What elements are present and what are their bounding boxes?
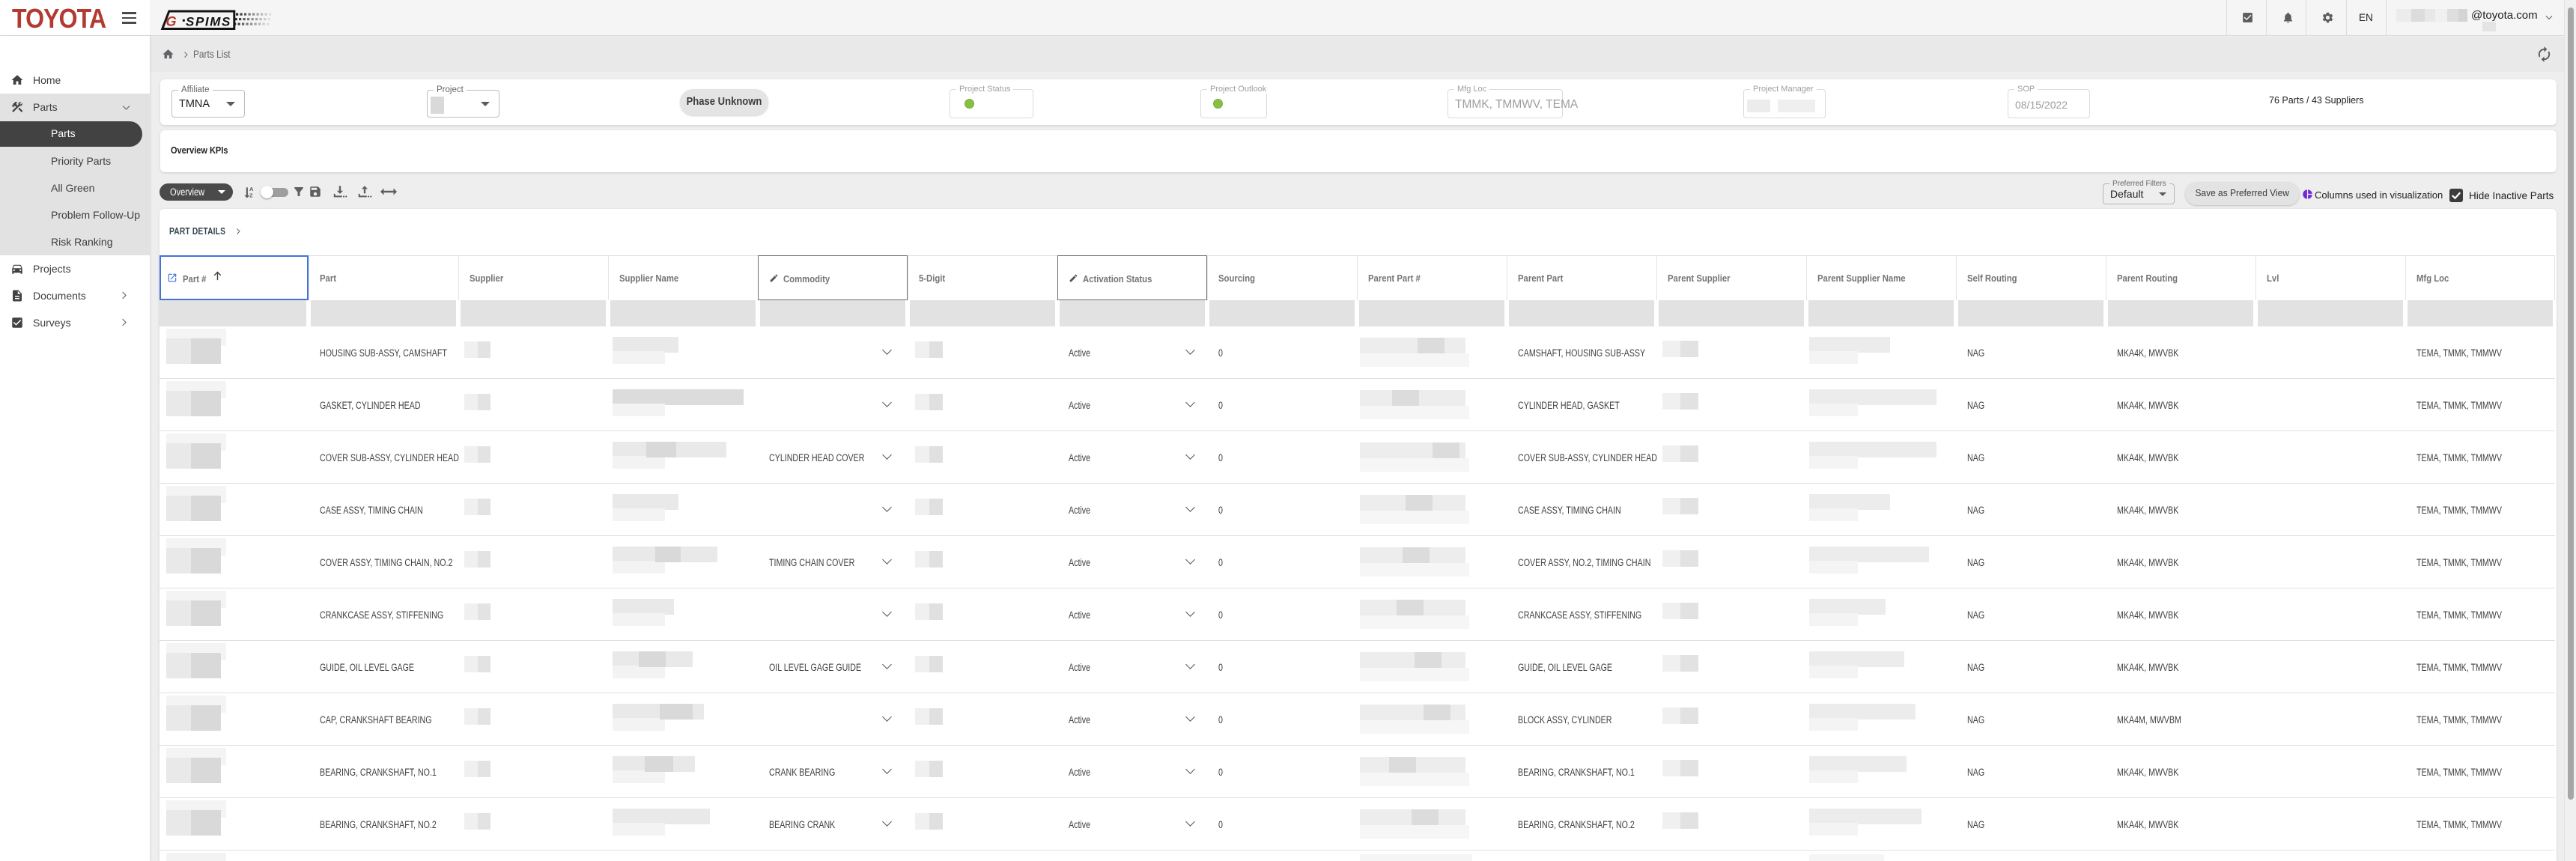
svg-text:A: A <box>249 186 254 192</box>
svg-text:SPIMS: SPIMS <box>186 15 231 29</box>
svg-text:Z: Z <box>249 192 253 199</box>
svg-text:G: G <box>165 14 177 29</box>
